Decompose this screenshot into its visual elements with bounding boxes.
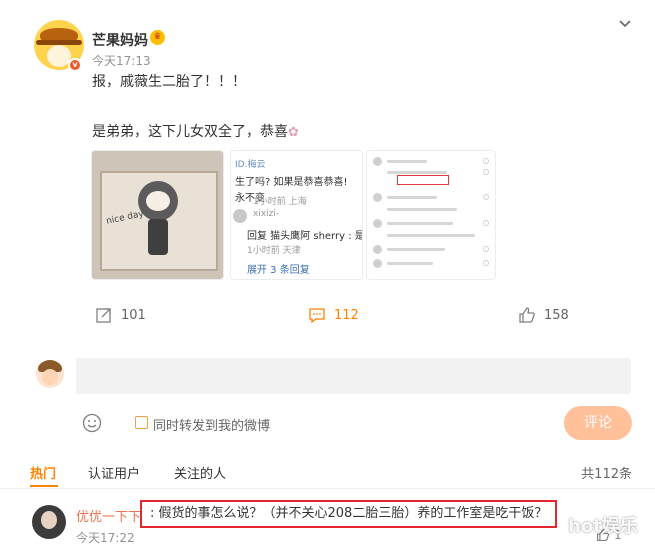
image-comment-user: ID.梅云: [235, 160, 266, 170]
post-content-line: 是弟弟，这下儿女双全了，恭喜✿: [92, 122, 299, 143]
comment-username[interactable]: 优优一下下: [76, 506, 141, 525]
post-action-bar: 101 112 158: [0, 300, 655, 330]
comment-text: : 假货的事怎么说？（并不关心208二胎三胎）养的工作室是吃干饭？: [140, 500, 558, 528]
post-image-1[interactable]: nice day: [91, 150, 224, 280]
like-button[interactable]: 158: [518, 300, 569, 330]
chevron-down-icon[interactable]: [617, 15, 633, 31]
tab-verified-users[interactable]: 认证用户: [88, 463, 140, 482]
post-image-2[interactable]: ID.梅云 生了吗? 如果是恭喜恭喜! 永不变 xixizi- 1小时前 上海 …: [230, 150, 363, 280]
comment-timestamp: 今天17:22: [76, 531, 135, 545]
repost-checkbox-label[interactable]: 同时转发到我的微博: [153, 415, 270, 434]
repost-button[interactable]: 101: [95, 300, 146, 330]
like-count: 158: [544, 307, 569, 323]
member-crown-icon: ♛: [150, 30, 165, 45]
repost-checkbox[interactable]: [135, 416, 148, 429]
divider: [0, 488, 655, 489]
image-comment-text: 回复 猫头鹰阿 sherry : 是弟: [247, 231, 363, 242]
tab-hot[interactable]: 热门: [30, 463, 56, 482]
face-shape: [42, 369, 58, 385]
flower-emoji-icon: ✿: [288, 125, 299, 140]
mini-comment-row: [373, 193, 491, 205]
active-tab-indicator: [30, 485, 58, 487]
comment-tabs: 热门 认证用户 关注的人 共112条: [0, 463, 655, 487]
mini-comment-row: [373, 231, 491, 243]
repost-count: 101: [121, 307, 146, 323]
image-comment-user: xixizi-: [253, 209, 280, 219]
comment-button[interactable]: 112: [308, 300, 359, 330]
image-comment-meta: 1小时前 上海: [253, 197, 307, 207]
mini-comment-row: [373, 259, 491, 271]
submit-comment-button[interactable]: 评论: [564, 406, 632, 440]
doll-face-shape: [146, 191, 170, 211]
watermark-text: hot娱乐: [568, 516, 638, 537]
doll-body-shape: [148, 219, 168, 255]
face-shape: [41, 511, 57, 529]
highlight-box-shape: [397, 175, 449, 185]
post-author-name[interactable]: 芒果妈妈: [92, 30, 148, 50]
smiley-icon[interactable]: [82, 413, 102, 433]
image-expand-replies-link: 展开 3 条回复: [247, 265, 310, 276]
mini-comment-row: [373, 205, 491, 217]
comment-input[interactable]: [76, 358, 631, 394]
tab-following[interactable]: 关注的人: [174, 463, 226, 482]
image-comment-avatar: [233, 209, 247, 223]
comment-composer: 同时转发到我的微博 评论: [0, 355, 655, 445]
avatar[interactable]: [36, 360, 64, 388]
repost-icon: [96, 308, 111, 323]
post-timestamp[interactable]: 今天17:13: [92, 52, 151, 69]
comment-count: 112: [334, 307, 359, 323]
post-content-text: 是弟弟，这下儿女双全了，恭喜: [92, 124, 288, 140]
comment-icon: [309, 308, 325, 324]
comment-item: 优优一下下 : 假货的事怎么说？（并不关心208二胎三胎）养的工作室是吃干饭？ …: [0, 500, 655, 549]
post-image-3[interactable]: [366, 150, 496, 280]
image-comment-text: 生了吗? 如果是恭喜恭喜!: [235, 177, 348, 188]
verified-badge-icon: v: [68, 58, 82, 72]
avatar[interactable]: [32, 505, 66, 539]
post-content-line: 报，戚薇生二胎了！！！: [92, 74, 246, 90]
mini-comment-row: [373, 219, 491, 231]
thumbs-up-icon: [519, 307, 535, 323]
mini-comment-row: [373, 245, 491, 257]
image-comment-meta: 1小时前 天津: [247, 246, 301, 256]
comment-total-count: 共112条: [581, 467, 632, 482]
